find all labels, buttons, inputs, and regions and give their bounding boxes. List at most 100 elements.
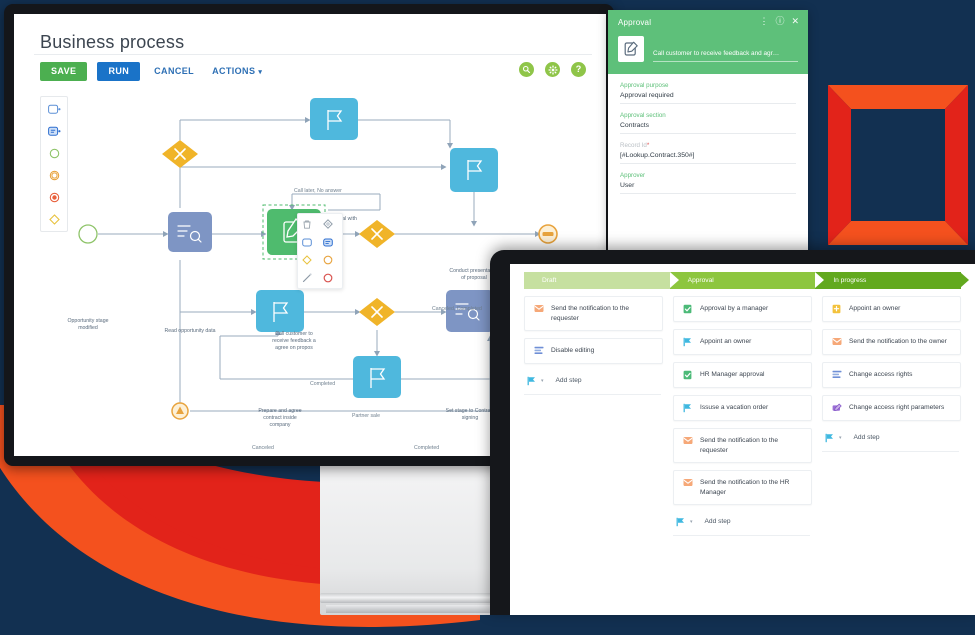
stage-label: In progress: [833, 277, 867, 284]
task-icon[interactable]: [301, 236, 313, 248]
node-end-event: [538, 224, 558, 244]
field-value[interactable]: Contracts: [620, 122, 796, 134]
kanban-card-label: Appoint an owner: [849, 305, 901, 312]
node-gateway-bottom: [359, 298, 395, 326]
kanban-card[interactable]: Appoint an owner: [822, 296, 961, 322]
circle-orange-icon[interactable]: [322, 254, 334, 266]
add-step-draft[interactable]: ▾ Add step: [524, 371, 661, 396]
approval-icon: [682, 369, 693, 380]
chevron-down-icon[interactable]: ▾: [839, 435, 842, 441]
kanban-card-label: Issuse a vacation order: [700, 404, 769, 411]
run-button[interactable]: RUN: [97, 62, 141, 81]
kanban-card-label: Send the notification to the requester: [700, 437, 779, 454]
delete-icon[interactable]: [301, 218, 313, 230]
kanban-card[interactable]: Change access right parameters: [822, 395, 961, 421]
action-toolbar: SAVE RUN CANCEL ACTIONS ▾: [40, 62, 266, 81]
red-bevel-square-decoration: [828, 85, 968, 245]
diamond-icon[interactable]: [301, 254, 313, 266]
gateway-icon[interactable]: [322, 218, 334, 230]
kanban-card-label: Send the notification to the HR Manager: [700, 479, 790, 496]
field-label-text: Record Id: [620, 142, 647, 149]
add-step-inprogress[interactable]: ▾ Add step: [822, 428, 959, 452]
end-event-tool[interactable]: [47, 190, 61, 204]
kanban-card[interactable]: Send the notification to the requester: [673, 428, 812, 464]
kanban-card-label: Disable editing: [551, 347, 595, 355]
header-divider: [34, 54, 592, 55]
kanban-card[interactable]: Issuse a vacation order: [673, 395, 812, 421]
field-value[interactable]: [#Lookup.Contract.350#]: [620, 152, 796, 164]
gateway-tool[interactable]: [47, 212, 61, 226]
access-params-icon: [831, 402, 842, 413]
kanban-card[interactable]: HR Manager approval: [673, 362, 812, 388]
email-icon: [682, 477, 693, 488]
required-asterisk: *: [646, 142, 650, 149]
add-step-approval[interactable]: ▾ Add step: [673, 512, 810, 537]
approval-icon: [682, 303, 693, 314]
stage-label: Draft: [542, 277, 557, 284]
node-read-opportunity: [168, 212, 212, 252]
field-label: Approval purpose: [620, 82, 669, 89]
panel-element-name[interactable]: Call customer to receive feedback and ag…: [653, 50, 798, 62]
poster-stage: Business process SAVE RUN CANCEL ACTIONS…: [0, 0, 975, 627]
kanban-card-label: Change access right parameters: [849, 404, 945, 411]
kanban-stage-header: Draft Approval In progress: [510, 272, 975, 289]
subprocess-icon[interactable]: [322, 236, 334, 248]
header-icon-group: ?: [519, 62, 586, 77]
kanban-card[interactable]: Disable editing: [524, 338, 663, 365]
kanban-stage-draft[interactable]: Draft: [524, 272, 678, 289]
actions-menu-button[interactable]: ACTIONS ▾: [208, 62, 266, 81]
field-value[interactable]: Approval required: [620, 92, 796, 104]
close-icon[interactable]: ✕: [791, 17, 799, 26]
connector-icon[interactable]: [301, 272, 313, 284]
more-menu-icon[interactable]: ⋮: [759, 17, 768, 26]
field-record-id: Record Id* [#Lookup.Contract.350#]: [620, 142, 796, 164]
end-event-icon[interactable]: [322, 272, 334, 284]
kanban-card[interactable]: Send the notification to the owner: [822, 329, 961, 355]
intermediate-event-tool[interactable]: [47, 168, 61, 182]
tablet-screen: Draft Approval In progress Send the noti…: [510, 264, 975, 615]
task-shape-tool[interactable]: [47, 102, 61, 116]
start-event-tool[interactable]: [47, 146, 61, 160]
kanban-columns: Send the notification to the requester D…: [510, 289, 975, 537]
kanban-card-label: Appoint an owner: [700, 338, 752, 345]
kanban-card-label: HR Manager approval: [700, 371, 765, 378]
chevron-down-icon: ▾: [258, 69, 263, 76]
add-step-label: Add step: [555, 377, 582, 385]
kanban-card[interactable]: Change access rights: [822, 362, 961, 388]
panel-body: Approval purpose Approval required Appro…: [608, 74, 808, 194]
kanban-column-approval: Approval by a manager Appoint an owner H…: [673, 296, 812, 537]
field-label: Record Id*: [620, 142, 796, 149]
chevron-down-icon[interactable]: ▾: [690, 519, 693, 525]
flag-icon: [675, 516, 686, 527]
edit-lock-icon: [533, 345, 544, 356]
kanban-card[interactable]: Send the notification to the requester: [524, 296, 663, 332]
chevron-down-icon[interactable]: ▾: [541, 378, 544, 384]
panel-element-row: Call customer to receive feedback and ag…: [618, 36, 798, 62]
cancel-button[interactable]: CANCEL: [150, 62, 198, 81]
kanban-stage-inprogress[interactable]: In progress: [815, 272, 969, 289]
save-button[interactable]: SAVE: [40, 62, 88, 81]
info-icon[interactable]: ⓘ: [775, 17, 784, 26]
help-icon[interactable]: ?: [571, 62, 586, 77]
kanban-card[interactable]: Appoint an owner: [673, 329, 812, 355]
flag-icon: [682, 336, 693, 347]
gear-icon[interactable]: [545, 62, 560, 77]
element-properties-panel: Approval ⋮ ⓘ ✕ Call customer to receive …: [608, 10, 808, 258]
subprocess-shape-tool[interactable]: [47, 124, 61, 138]
kanban-card[interactable]: Approval by a manager: [673, 296, 812, 322]
node-prepare-contract: [256, 290, 304, 332]
field-approval-section: Approval section Contracts: [620, 112, 796, 134]
kanban-card[interactable]: Send the notification to the HR Manager: [673, 470, 812, 506]
element-context-toolbar[interactable]: [297, 213, 343, 289]
add-step-label: Add step: [704, 518, 731, 526]
field-value[interactable]: User: [620, 182, 796, 194]
node-start: [78, 224, 98, 244]
panel-actions: ⋮ ⓘ ✕: [759, 17, 799, 26]
flag-icon: [682, 402, 693, 413]
field-label: Approver: [620, 172, 646, 179]
kanban-stage-approval[interactable]: Approval: [669, 272, 823, 289]
email-icon: [831, 336, 842, 347]
search-icon[interactable]: [519, 62, 534, 77]
kanban-card-label: Send the notification to the owner: [849, 338, 947, 345]
node-agree-contract-partner: [353, 356, 401, 398]
